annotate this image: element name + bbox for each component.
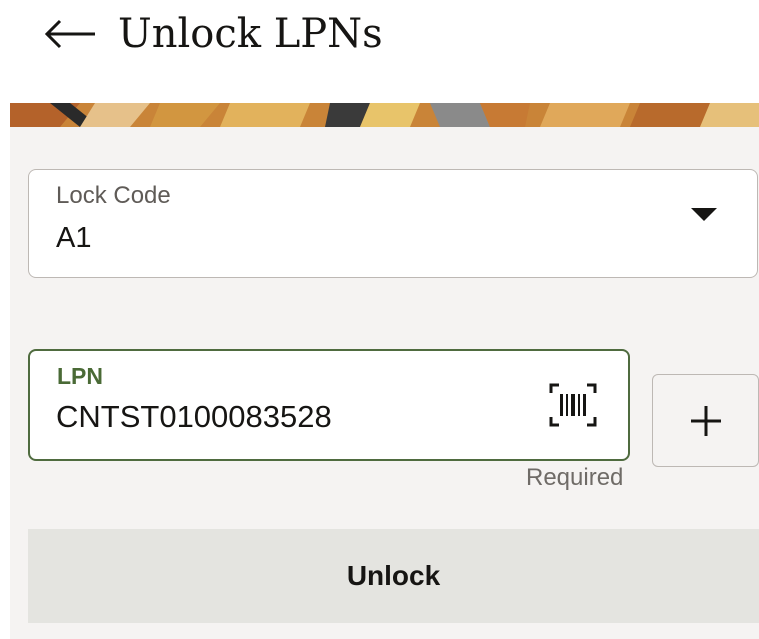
banner-pattern — [10, 103, 759, 127]
barcode-scan-button[interactable] — [547, 381, 599, 429]
back-button[interactable] — [38, 6, 102, 62]
lock-code-select[interactable]: Lock Code A1 — [28, 169, 758, 278]
chevron-down-icon[interactable] — [691, 208, 717, 221]
barcode-scan-icon — [549, 383, 597, 427]
unlock-button[interactable]: Unlock — [28, 529, 759, 623]
app-header: Unlock LPNs — [0, 0, 759, 103]
plus-icon — [690, 405, 721, 436]
required-helper-text: Required — [526, 464, 624, 491]
lock-code-value: A1 — [56, 222, 92, 254]
decorative-banner — [10, 103, 759, 127]
lpn-label: LPN — [57, 363, 103, 389]
page-title: Unlock LPNs — [118, 11, 383, 57]
lock-code-label: Lock Code — [56, 182, 171, 209]
add-lpn-button[interactable] — [652, 374, 759, 467]
lpn-input[interactable] — [56, 395, 526, 439]
lpn-field[interactable]: LPN — [28, 349, 630, 461]
arrow-left-icon — [44, 19, 95, 49]
unlock-button-label: Unlock — [346, 560, 441, 591]
